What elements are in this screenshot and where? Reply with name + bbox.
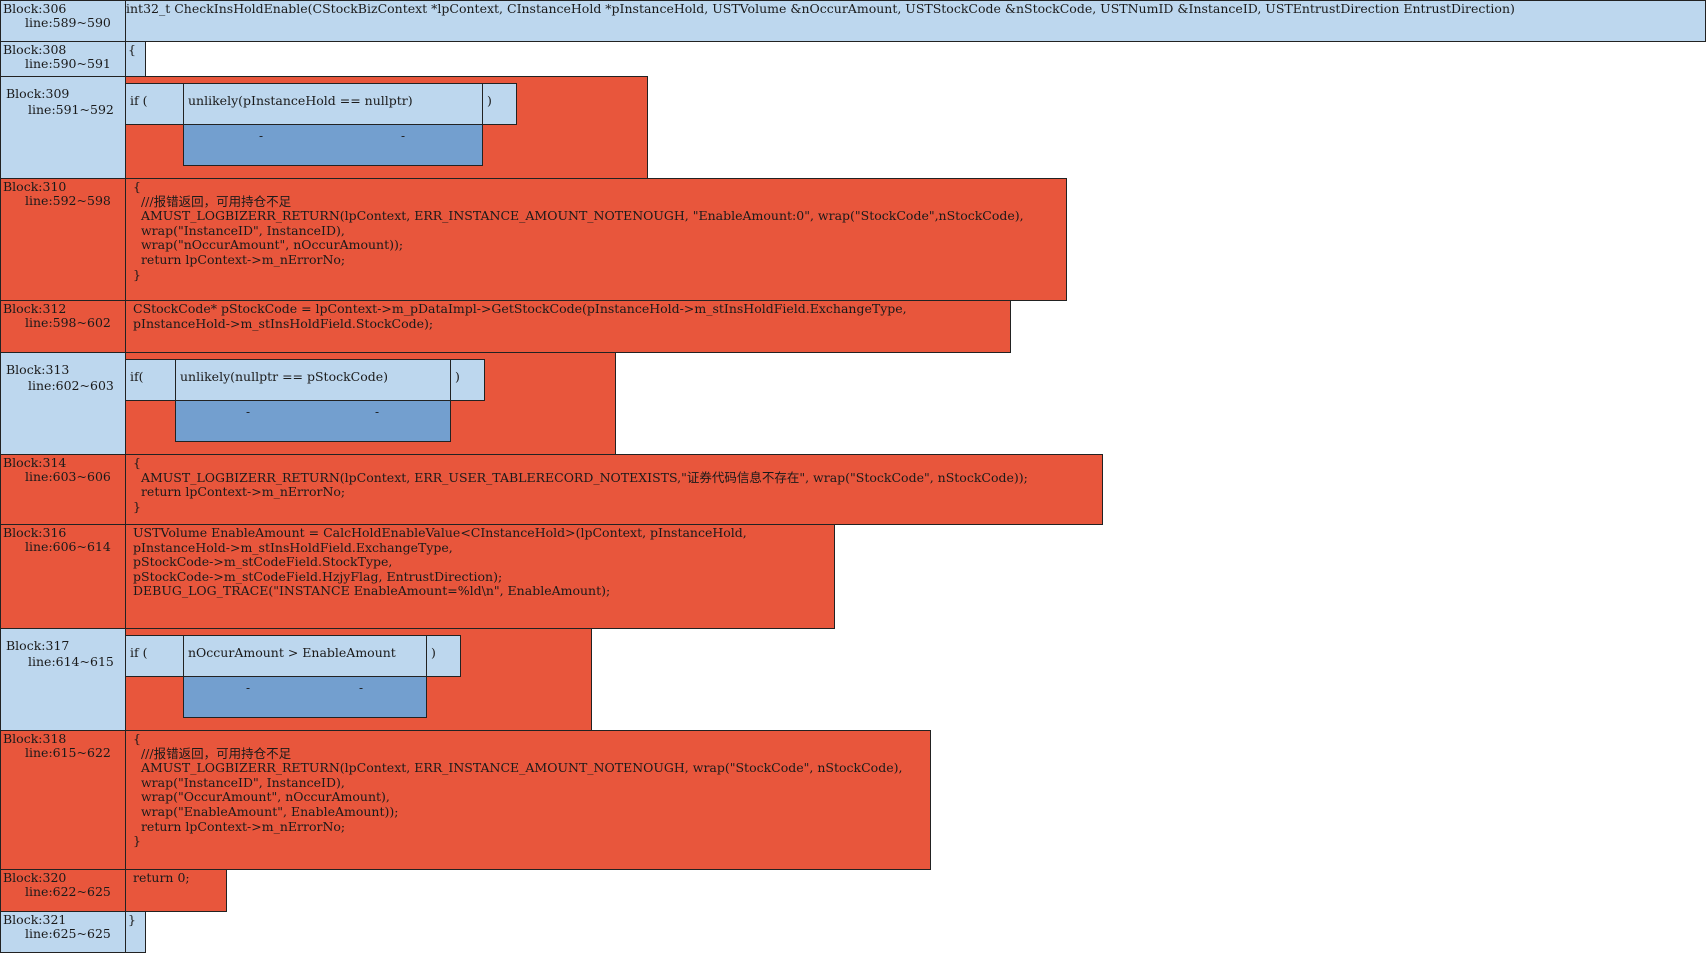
block-313-lines: line:602~603 [28,378,114,393]
block-313-dash-1: - [246,405,251,419]
block-306-code: int32_t CheckInsHoldEnable(CStockBizCont… [125,0,1706,42]
block-317-dash-2: - [359,681,364,695]
block-314-name: Block:314 [3,455,67,470]
block-309-branch: - - [183,124,483,166]
block-309-dash-2: - [401,129,406,143]
block-320-name: Block:320 [3,870,67,885]
block-313-if-keyword: if( [125,359,176,401]
block-318-code: { ///报错返回，可用持仓不足 AMUST_LOGBIZERR_RETURN(… [125,730,931,870]
block-318-name: Block:318 [3,731,67,746]
block-309-label: Block:309 line:591~592 [0,76,126,179]
block-313-name: Block:313 [6,362,70,377]
block-318-lines: line:615~622 [25,745,111,760]
block-308-lines: line:590~591 [25,56,111,71]
block-310-code: { ///报错返回，可用持仓不足 AMUST_LOGBIZERR_RETURN(… [125,178,1067,301]
block-321-name: Block:321 [3,912,67,927]
block-320-code: return 0; [125,869,227,912]
block-317-condition: nOccurAmount > EnableAmount [183,635,427,677]
block-309-dash-1: - [259,129,264,143]
block-310-name: Block:310 [3,179,67,194]
block-316-lines: line:606~614 [25,539,111,554]
block-313-label: Block:313 line:602~603 [0,352,126,455]
block-308-label: Block:308 line:590~591 [0,41,126,77]
block-316-code: USTVolume EnableAmount = CalcHoldEnableV… [125,524,835,629]
block-309-name: Block:309 [6,86,70,101]
block-317-close-paren: ) [426,635,461,677]
block-321-lines: line:625~625 [25,926,111,941]
block-310-label: Block:310 line:592~598 [0,178,126,301]
block-316-label: Block:316 line:606~614 [0,524,126,629]
block-317-label: Block:317 line:614~615 [0,628,126,731]
block-318-label: Block:318 line:615~622 [0,730,126,870]
block-317-dash-1: - [246,681,251,695]
block-316-name: Block:316 [3,525,67,540]
block-306-name: Block:306 [3,1,67,16]
block-313-close-paren: ) [450,359,485,401]
block-317-name: Block:317 [6,638,70,653]
block-309-condition: unlikely(pInstanceHold == nullptr) [183,83,483,125]
block-308-name: Block:308 [3,42,67,57]
block-313-condition: unlikely(nullptr == pStockCode) [175,359,451,401]
block-321-code: } [125,911,146,953]
block-314-label: Block:314 line:603~606 [0,454,126,525]
block-308-code: { [125,41,146,77]
block-313-dash-2: - [375,405,380,419]
block-317-lines: line:614~615 [28,654,114,669]
block-309-if-keyword: if ( [125,83,184,125]
block-310-lines: line:592~598 [25,193,111,208]
block-313-branch: - - [175,400,451,442]
block-312-lines: line:598~602 [25,315,111,330]
block-306-lines: line:589~590 [25,15,111,30]
block-309-close-paren: ) [482,83,517,125]
block-312-label: Block:312 line:598~602 [0,300,126,353]
block-320-lines: line:622~625 [25,884,111,899]
block-309-lines: line:591~592 [28,102,114,117]
block-306-label: Block:306 line:589~590 [0,0,126,42]
block-312-code: CStockCode* pStockCode = lpContext->m_pD… [125,300,1011,353]
block-317-branch: - - [183,676,427,718]
block-314-lines: line:603~606 [25,469,111,484]
block-312-name: Block:312 [3,301,67,316]
block-320-label: Block:320 line:622~625 [0,869,126,912]
block-321-label: Block:321 line:625~625 [0,911,126,953]
block-314-code: { AMUST_LOGBIZERR_RETURN(lpContext, ERR_… [125,454,1103,525]
block-317-if-keyword: if ( [125,635,184,677]
